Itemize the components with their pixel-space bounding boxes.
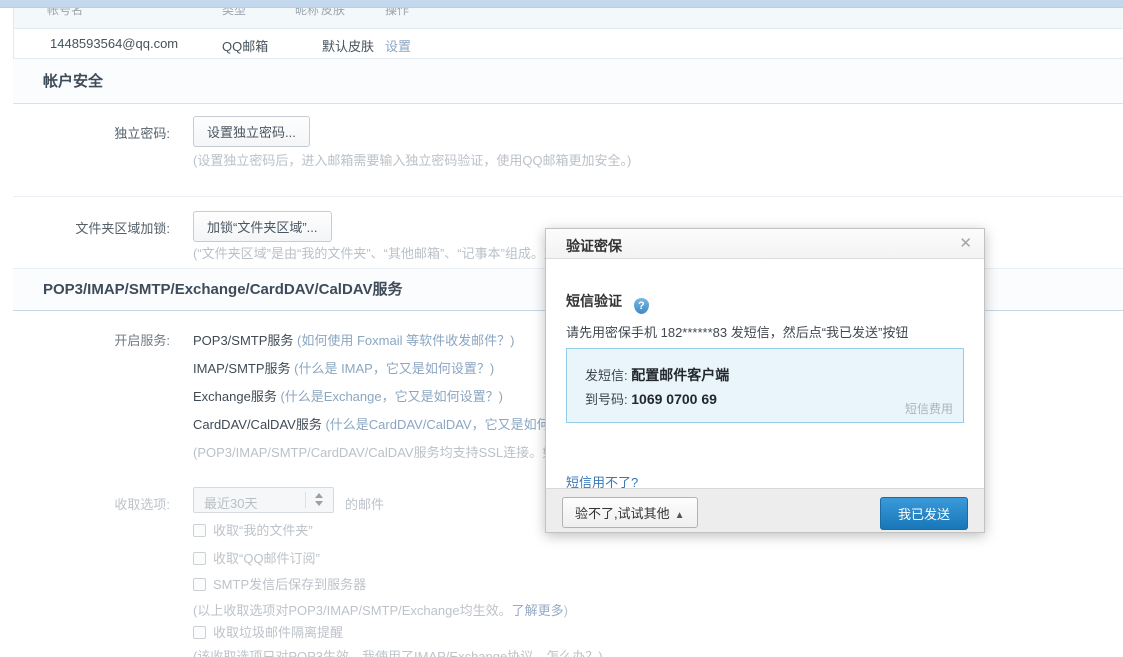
try-other-method-button[interactable]: 验不了,试试其他 ▲ bbox=[562, 497, 698, 528]
col-skin: 皮肤 bbox=[321, 8, 345, 18]
sms-instruction: 请先用密保手机 182******83 发短信，然后点“我已发送”按钮 bbox=[566, 322, 908, 341]
receive-range-select[interactable]: 最近30天 bbox=[193, 487, 334, 513]
sms-fee-link[interactable]: 短信费用 bbox=[905, 400, 953, 417]
service-name-exchange: Exchange服务 bbox=[193, 389, 280, 404]
close-icon[interactable]: ✕ bbox=[959, 234, 972, 252]
receive-note-suffix: ) bbox=[564, 603, 568, 618]
checkbox-row-smtp-save: SMTP发信后保存到服务器 bbox=[193, 574, 366, 593]
receive-range-value: 最近30天 bbox=[204, 493, 257, 512]
account-table: 帐号名 类型 昵称 皮肤 操作 1448593564@qq.com QQ邮箱 默… bbox=[13, 8, 1123, 59]
service-help-link-pop3[interactable]: (如何使用 Foxmail 等软件收发邮件？) bbox=[297, 333, 514, 348]
receive-options-label: 收取选项: bbox=[13, 494, 170, 513]
dialog-title: 验证密保 bbox=[566, 236, 622, 256]
checkbox-my-folders[interactable] bbox=[193, 524, 206, 537]
checkbox-label-spam-reminder: 收取垃圾邮件隔离提醒 bbox=[213, 625, 343, 640]
sms-to-line: 到号码: 1069 0700 69 bbox=[585, 389, 717, 408]
sms-send-value: 配置邮件客户端 bbox=[631, 367, 729, 383]
independent-password-note: (设置独立密码后，进入邮箱需要输入独立密码验证，使用QQ邮箱更加安全。) bbox=[193, 150, 631, 169]
sms-verify-label: 短信验证 bbox=[566, 293, 622, 309]
chevron-up-icon: ▲ bbox=[675, 510, 685, 521]
sms-send-label: 发短信: bbox=[585, 368, 628, 383]
checkbox-label-smtp-save: SMTP发信后保存到服务器 bbox=[213, 577, 366, 592]
checkbox-row-spam-reminder: 收取垃圾邮件隔离提醒 bbox=[193, 622, 343, 641]
set-independent-password-button[interactable]: 设置独立密码... bbox=[193, 116, 310, 147]
independent-password-label: 独立密码: bbox=[13, 123, 170, 142]
dialog-footer: 验不了,试试其他 ▲ 我已发送 bbox=[546, 488, 984, 532]
section-title-account-security: 帐户安全 bbox=[13, 59, 1123, 104]
col-action: 操作 bbox=[385, 8, 409, 18]
account-skin: 默认皮肤 bbox=[322, 36, 374, 55]
service-help-link-exchange[interactable]: (什么是Exchange，它又是如何设置？) bbox=[280, 389, 502, 404]
section-account-security: 帐户安全 bbox=[13, 59, 1123, 104]
service-line-exchange: Exchange服务 (什么是Exchange，它又是如何设置？) bbox=[193, 386, 503, 405]
receive-range-suffix: 的邮件 bbox=[345, 494, 384, 513]
section-divider bbox=[13, 196, 1123, 197]
dialog-header: 验证密保 ✕ bbox=[546, 229, 984, 259]
service-name-pop3: POP3/SMTP服务 bbox=[193, 333, 297, 348]
account-settings-link[interactable]: 设置 bbox=[385, 36, 411, 55]
sms-to-label: 到号码: bbox=[585, 392, 628, 407]
checkbox-label-my-folders: 收取“我的文件夹” bbox=[213, 523, 313, 538]
checkbox-row-qq-subscription: 收取“QQ邮件订阅” bbox=[193, 548, 320, 567]
checkbox-row-my-folders: 收取“我的文件夹” bbox=[193, 520, 313, 539]
folder-lock-note: (“文件夹区域”是由“我的文件夹”、“其他邮箱”、“记事本”组成。加锁 bbox=[193, 243, 570, 262]
sms-verify-heading: 短信验证 ? bbox=[566, 291, 649, 314]
col-nickname: 昵称 bbox=[295, 8, 319, 18]
service-line-carddav: CardDAV/CalDAV服务 (什么是CardDAV/CalDAV，它又是如… bbox=[193, 414, 563, 433]
top-blue-bar bbox=[0, 0, 1123, 8]
service-name-imap: IMAP/SMTP服务 bbox=[193, 361, 294, 376]
verify-security-dialog: 验证密保 ✕ 短信验证 ? 请先用密保手机 182******83 发短信，然后… bbox=[545, 228, 985, 533]
col-account-name: 帐号名 bbox=[47, 8, 83, 18]
service-help-link-carddav[interactable]: (什么是CardDAV/CalDAV，它又是如何设 bbox=[325, 417, 562, 432]
select-separator bbox=[305, 492, 306, 508]
checkbox-label-qq-subscription: 收取“QQ邮件订阅” bbox=[213, 551, 320, 566]
spinner-icon bbox=[315, 493, 325, 506]
enable-services-label: 开启服务: bbox=[13, 330, 170, 349]
account-email: 1448593564@qq.com bbox=[50, 36, 178, 51]
receive-options-note: (以上收取选项对POP3/IMAP/SMTP/Exchange均生效。了解更多) bbox=[193, 600, 568, 619]
account-type: QQ邮箱 bbox=[222, 36, 268, 55]
account-table-header: 帐号名 类型 昵称 皮肤 操作 bbox=[14, 8, 1123, 29]
sms-send-line: 发短信: 配置邮件客户端 bbox=[585, 365, 729, 385]
learn-more-link[interactable]: 了解更多 bbox=[512, 603, 564, 618]
lock-folder-area-button[interactable]: 加锁“文件夹区域”... bbox=[193, 211, 332, 242]
pop3-only-note: (该收取选项只对POP3生效。我使用了IMAP/Exchange协议，怎么办？) bbox=[193, 646, 603, 657]
col-type: 类型 bbox=[222, 8, 246, 18]
service-line-imap: IMAP/SMTP服务 (什么是 IMAP，它又是如何设置？) bbox=[193, 358, 494, 377]
ssl-note: (POP3/IMAP/SMTP/CardDAV/CalDAV服务均支持SSL连接… bbox=[193, 442, 568, 461]
checkbox-spam-reminder[interactable] bbox=[193, 626, 206, 639]
service-help-link-imap[interactable]: (什么是 IMAP，它又是如何设置？) bbox=[294, 361, 494, 376]
receive-note-prefix: (以上收取选项对POP3/IMAP/SMTP/Exchange均生效。 bbox=[193, 603, 512, 618]
checkbox-smtp-save[interactable] bbox=[193, 578, 206, 591]
service-name-carddav: CardDAV/CalDAV服务 bbox=[193, 417, 325, 432]
service-line-pop3: POP3/SMTP服务 (如何使用 Foxmail 等软件收发邮件？) bbox=[193, 330, 514, 349]
sms-sent-confirm-button[interactable]: 我已发送 bbox=[880, 497, 968, 530]
sms-info-box: 发短信: 配置邮件客户端 到号码: 1069 0700 69 短信费用 bbox=[566, 348, 964, 423]
help-shield-icon[interactable]: ? bbox=[634, 298, 649, 314]
checkbox-qq-subscription[interactable] bbox=[193, 552, 206, 565]
sms-to-value: 1069 0700 69 bbox=[631, 391, 717, 407]
account-table-row: 1448593564@qq.com QQ邮箱 默认皮肤 设置 bbox=[14, 29, 1123, 59]
try-other-method-label: 验不了,试试其他 bbox=[575, 506, 670, 521]
folder-lock-label: 文件夹区域加锁: bbox=[13, 218, 170, 237]
